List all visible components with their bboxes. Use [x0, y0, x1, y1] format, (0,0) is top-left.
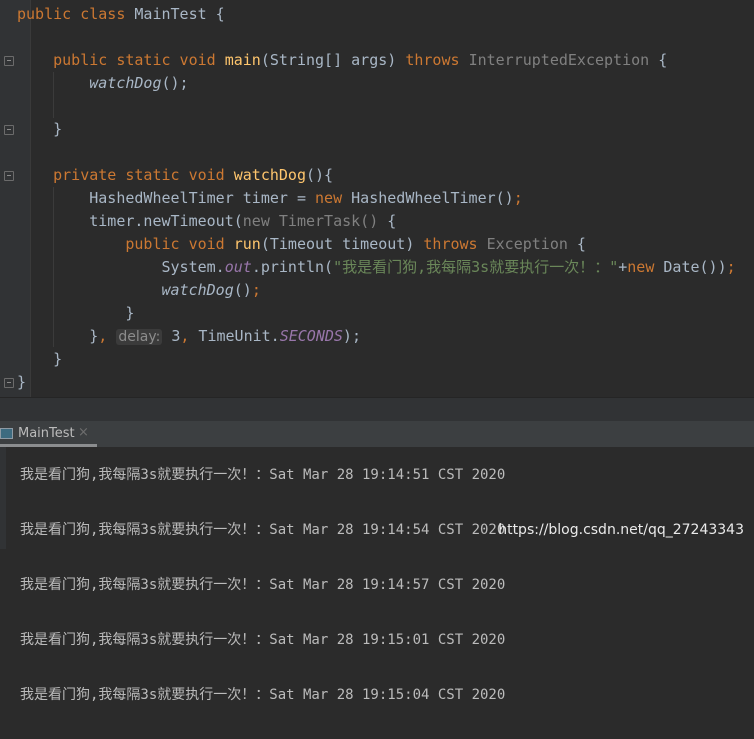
- code-line: System.out.println("我是看门狗,我每隔3s就要执行一次！："…: [17, 256, 736, 279]
- parameter-hint: delay:: [116, 329, 163, 345]
- code-token: timer.newTimeout(: [17, 212, 243, 230]
- code-token: System.: [17, 258, 225, 276]
- code-token: main: [224, 51, 261, 69]
- code-token: new: [627, 258, 664, 276]
- code-token: public void: [125, 235, 234, 253]
- code-token: watchDog: [233, 166, 306, 184]
- code-line: public void run(Timeout timeout) throws …: [17, 233, 736, 256]
- code-editor[interactable]: public class MainTest { public static vo…: [0, 0, 754, 397]
- code-token: private static void: [17, 166, 234, 184]
- active-tab-indicator: [0, 444, 97, 447]
- code-token: (){: [306, 166, 334, 184]
- code-token: TimeUnit.: [198, 327, 280, 345]
- code-token: "我是看门狗,我每隔3s就要执行一次！：": [333, 258, 619, 276]
- code-token: HashedWheelTimer timer =: [17, 189, 316, 207]
- code-token: 3: [162, 327, 181, 345]
- console-lines: 我是看门狗,我每隔3s就要执行一次！：Sat Mar 28 19:14:51 C…: [20, 432, 506, 703]
- code-token: (Timeout timeout): [260, 235, 424, 253]
- code-token: {: [567, 235, 586, 253]
- code-line: watchDog();: [17, 72, 736, 95]
- tab-maintest[interactable]: MainTest ×: [0, 421, 97, 447]
- code-token: out: [224, 258, 252, 276]
- code-lines: public class MainTest { public static vo…: [17, 3, 736, 394]
- code-token: (): [233, 281, 252, 299]
- code-token: ,: [180, 327, 199, 345]
- console-line: 我是看门狗,我每隔3s就要执行一次！：Sat Mar 28 19:14:51 C…: [20, 467, 506, 483]
- code-line: timer.newTimeout(new TimerTask() {: [17, 210, 736, 233]
- code-token: .println(: [251, 258, 334, 276]
- code-token: run: [233, 235, 261, 253]
- console-icon: [0, 428, 13, 439]
- code-token: }: [17, 373, 27, 391]
- code-token: watchDog: [89, 74, 162, 92]
- code-token: ,: [98, 327, 117, 345]
- code-line: public class MainTest {: [17, 3, 736, 26]
- code-token: ;: [726, 258, 736, 276]
- fold-icon[interactable]: [4, 171, 14, 181]
- code-token: throws: [423, 235, 487, 253]
- console-line: 我是看门狗,我每隔3s就要执行一次！：Sat Mar 28 19:14:54 C…: [20, 522, 506, 538]
- code-line: }: [17, 302, 736, 325]
- close-icon[interactable]: ×: [78, 425, 89, 441]
- code-token: Date()): [663, 258, 727, 276]
- code-line: private static void watchDog(){: [17, 164, 736, 187]
- code-token: InterruptedException: [468, 51, 650, 69]
- code-line: }: [17, 371, 736, 394]
- code-token: Exception: [486, 235, 568, 253]
- fold-icon[interactable]: [4, 56, 14, 66]
- code-token: }: [17, 350, 63, 368]
- code-line: }: [17, 348, 736, 371]
- code-token: throws: [405, 51, 469, 69]
- code-token: new TimerTask(): [242, 212, 379, 230]
- console-gutter: [0, 447, 6, 549]
- code-token: ();: [161, 74, 189, 92]
- tab-label: MainTest: [18, 426, 75, 441]
- watermark: https://blog.csdn.net/qq_27243343: [498, 522, 744, 538]
- code-line: }: [17, 118, 736, 141]
- fold-icon[interactable]: [4, 378, 14, 388]
- code-token: +: [618, 258, 628, 276]
- code-token: {: [649, 51, 668, 69]
- panel-separator: [0, 397, 754, 421]
- console-line: 我是看门狗,我每隔3s就要执行一次！：Sat Mar 28 19:15:01 C…: [20, 632, 506, 648]
- code-token: );: [342, 327, 361, 345]
- code-token: watchDog: [161, 281, 234, 299]
- code-line: public static void main(String[] args) t…: [17, 49, 736, 72]
- fold-icon[interactable]: [4, 125, 14, 135]
- code-token: SECONDS: [279, 327, 343, 345]
- code-token: ;: [513, 189, 523, 207]
- code-token: {: [378, 212, 397, 230]
- code-token: }: [17, 327, 99, 345]
- code-token: ;: [251, 281, 261, 299]
- code-token: public class: [17, 5, 135, 23]
- code-token: HashedWheelTimer(): [351, 189, 514, 207]
- code-token: MainTest {: [134, 5, 225, 23]
- code-line: watchDog();: [17, 279, 736, 302]
- code-line: HashedWheelTimer timer = new HashedWheel…: [17, 187, 736, 210]
- code-token: (String[] args): [260, 51, 406, 69]
- code-token: new: [315, 189, 352, 207]
- code-token: }: [17, 304, 135, 322]
- code-line: }, delay: 3, TimeUnit.SECONDS);: [17, 325, 736, 348]
- run-tab-bar: MainTest ×: [0, 421, 754, 447]
- console-line: 我是看门狗,我每隔3s就要执行一次！：Sat Mar 28 19:14:57 C…: [20, 577, 506, 593]
- console-line: 我是看门狗,我每隔3s就要执行一次！：Sat Mar 28 19:15:04 C…: [20, 687, 506, 703]
- code-token: }: [17, 120, 63, 138]
- code-token: public static void: [17, 51, 225, 69]
